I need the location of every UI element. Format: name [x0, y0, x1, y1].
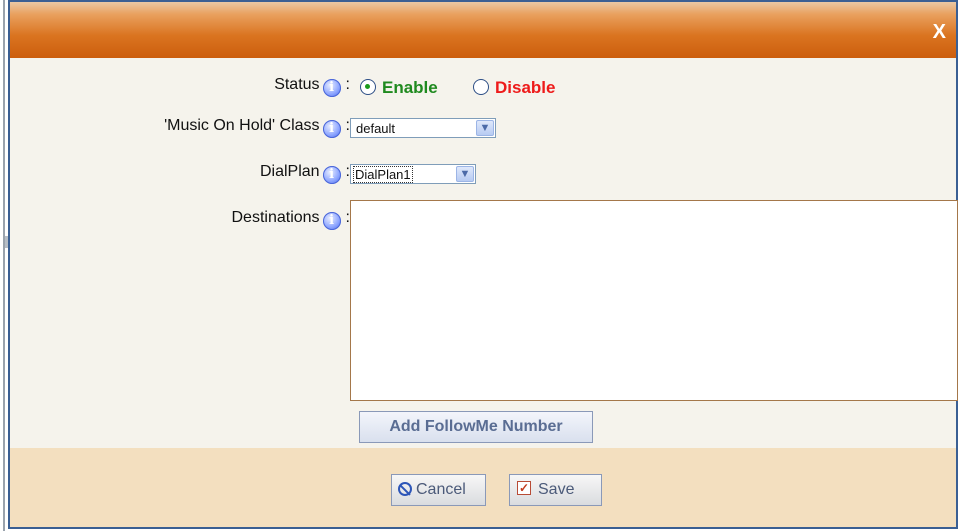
- destinations-label-group: Destinations i:: [231, 209, 350, 230]
- close-icon[interactable]: X: [933, 22, 946, 42]
- moh-class-select[interactable]: default ▼: [350, 118, 496, 138]
- dialplan-value: DialPlan1: [353, 166, 413, 183]
- dialplan-label: DialPlan: [259, 163, 320, 180]
- status-enable-radio[interactable]: [360, 79, 376, 95]
- status-colon: :: [345, 76, 350, 93]
- moh-class-value: default: [356, 121, 396, 136]
- dialplan-label-group: DialPlan i:: [260, 163, 350, 184]
- moh-class-label-group: 'Music On Hold' Class i:: [164, 117, 350, 138]
- status-disable-radio[interactable]: [473, 79, 489, 95]
- dialplan-select[interactable]: DialPlan1 ▼: [350, 164, 476, 184]
- save-checkbox-icon: ✓: [517, 481, 531, 495]
- moh-class-label: 'Music On Hold' Class: [164, 117, 320, 134]
- dialog-titlebar: X: [10, 2, 956, 58]
- status-label: Status: [274, 76, 320, 93]
- destinations-textarea[interactable]: [350, 200, 958, 401]
- chevron-down-icon[interactable]: ▼: [456, 166, 474, 182]
- page-divider: [3, 0, 5, 531]
- cancel-icon: [398, 482, 412, 496]
- add-followme-number-button[interactable]: Add FollowMe Number: [359, 411, 593, 443]
- chevron-down-icon[interactable]: ▼: [476, 120, 494, 136]
- cancel-label: Cancel: [416, 481, 466, 498]
- background-page-edge: [0, 0, 8, 531]
- cancel-button[interactable]: Cancel: [391, 474, 486, 506]
- destinations-label: Destinations: [231, 209, 320, 226]
- info-icon[interactable]: i: [322, 166, 341, 184]
- status-enable-label[interactable]: Enable: [382, 78, 438, 98]
- status-disable-label[interactable]: Disable: [495, 78, 555, 98]
- save-label: Save: [538, 481, 575, 498]
- save-button[interactable]: ✓ Save: [509, 474, 602, 506]
- info-icon[interactable]: i: [322, 120, 341, 138]
- followme-dialog: X Status i: Enable Disable 'Music On Hold…: [8, 0, 958, 529]
- status-label-group: Status i:: [274, 76, 350, 97]
- info-icon[interactable]: i: [322, 79, 341, 97]
- info-icon[interactable]: i: [322, 212, 341, 230]
